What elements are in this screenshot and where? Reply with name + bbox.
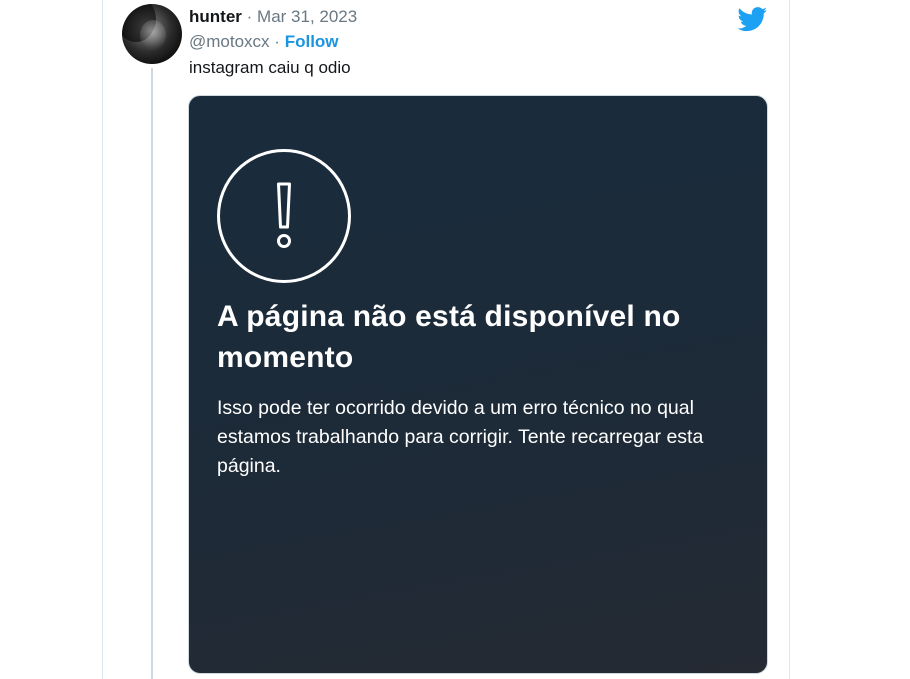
separator: · (274, 32, 280, 51)
avatar[interactable] (122, 4, 182, 64)
thread-line (151, 68, 153, 679)
tweet-text: instagram caiu q odio (189, 58, 351, 77)
author-name[interactable]: hunter (189, 7, 242, 26)
error-message: Isso pode ter ocorrido devido a um erro … (217, 397, 704, 477)
tweet-header: hunter · Mar 31, 2023 (189, 6, 357, 28)
tweet-date[interactable]: Mar 31, 2023 (257, 7, 357, 26)
media-screenshot[interactable]: A página não está disponível no momento … (188, 95, 768, 674)
exclamation-circle-icon (217, 149, 351, 283)
error-title: A página não está disponível no momento (217, 300, 681, 374)
follow-button[interactable]: Follow (285, 32, 339, 51)
avatar-face (140, 20, 166, 50)
author-handle[interactable]: @motoxcx (189, 32, 270, 51)
handle-line: @motoxcx · Follow (189, 31, 339, 53)
twitter-bird-icon[interactable] (737, 7, 768, 32)
separator: · (246, 7, 253, 26)
